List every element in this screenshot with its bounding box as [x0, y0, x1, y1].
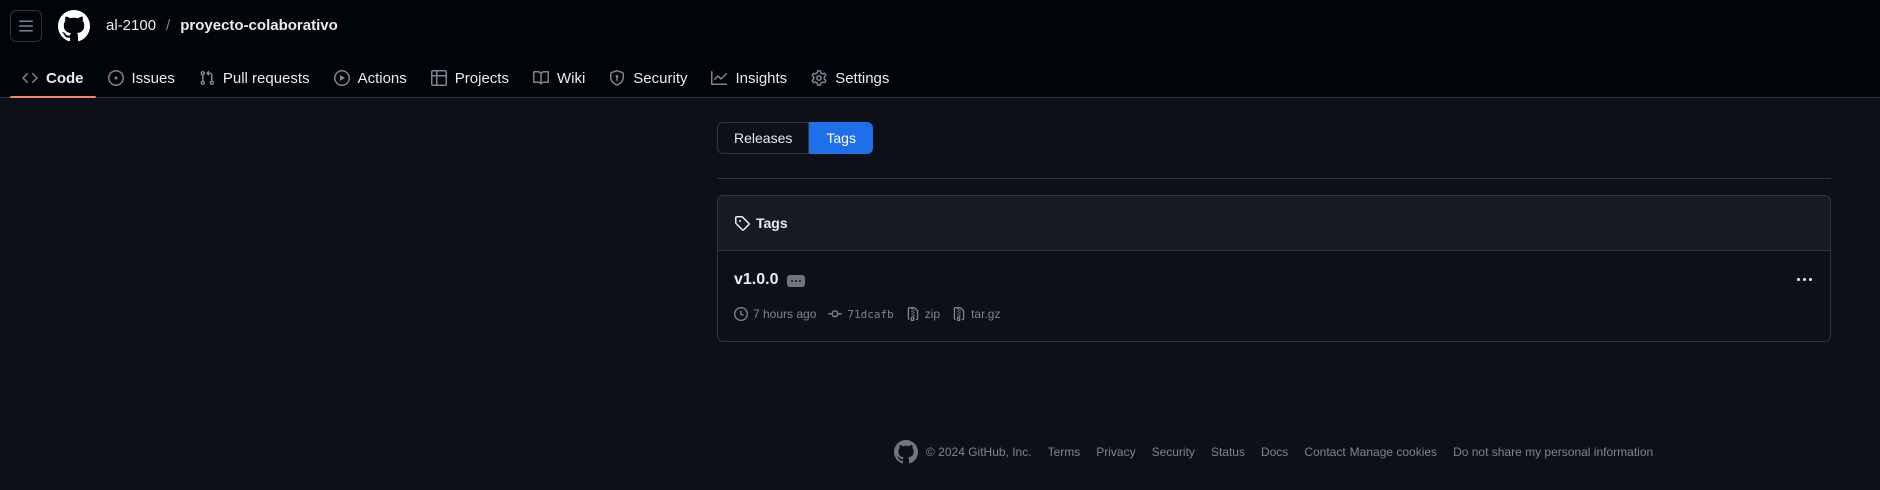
tags-panel-header: Tags	[718, 196, 1830, 251]
repo-nav: Code Issues Pull requests Actions Projec…	[10, 58, 901, 98]
download-targz-label: tar.gz	[971, 307, 1001, 321]
graph-icon	[711, 71, 728, 85]
tag-commit-sha: 71dcafb	[847, 307, 894, 321]
footer-link-docs[interactable]: Docs	[1261, 445, 1288, 459]
repo-header: al-2100 / proyecto-colaborativo Code Iss…	[0, 0, 1880, 98]
clock-icon	[734, 307, 748, 321]
tab-actions-label: Actions	[357, 69, 407, 87]
tab-insights-label: Insights	[735, 69, 788, 87]
tab-security[interactable]: Security	[597, 58, 699, 98]
footer-link-manage-cookies[interactable]: Manage cookies	[1350, 445, 1437, 459]
tab-settings[interactable]: Settings	[799, 58, 901, 98]
tab-projects-label: Projects	[454, 69, 509, 87]
tab-code-label: Code	[46, 69, 84, 87]
menu-button[interactable]	[10, 10, 42, 42]
tag-name-link[interactable]: v1.0.0	[734, 271, 778, 289]
tab-pull-requests[interactable]: Pull requests	[187, 58, 322, 98]
more-options-button[interactable]	[1792, 267, 1816, 291]
breadcrumb: al-2100 / proyecto-colaborativo	[106, 17, 338, 34]
breadcrumb-owner-link[interactable]: al-2100	[106, 17, 156, 34]
file-zip-icon	[953, 307, 965, 321]
download-zip-link[interactable]: zip	[906, 307, 940, 321]
book-icon	[532, 70, 549, 85]
download-targz-link[interactable]: tar.gz	[952, 307, 1000, 321]
tags-button[interactable]: Tags	[809, 122, 873, 154]
tab-pull-requests-label: Pull requests	[222, 69, 310, 87]
tab-code[interactable]: Code	[10, 58, 96, 98]
footer-link-contact[interactable]: Contact	[1304, 445, 1345, 459]
issue-icon	[107, 70, 124, 86]
tags-panel-title: Tags	[756, 215, 788, 231]
shield-icon	[610, 70, 625, 86]
breadcrumb-separator: /	[166, 17, 171, 34]
hamburger-icon	[19, 20, 33, 32]
page-footer: © 2024 GitHub, Inc. Terms Privacy Securi…	[894, 440, 1653, 464]
footer-copyright: © 2024 GitHub, Inc.	[926, 445, 1032, 459]
tab-actions[interactable]: Actions	[322, 58, 419, 98]
commit-icon	[828, 310, 843, 318]
footer-link-privacy[interactable]: Privacy	[1096, 445, 1135, 459]
code-icon	[22, 72, 38, 84]
gear-icon	[811, 70, 827, 86]
tab-issues[interactable]: Issues	[96, 58, 187, 98]
tags-panel: Tags v1.0.0 7 hours ago 71dcafb zip tar.…	[717, 195, 1831, 342]
table-icon	[430, 70, 447, 86]
download-zip-label: zip	[924, 307, 941, 321]
footer-link-do-not-share[interactable]: Do not share my personal information	[1453, 445, 1653, 459]
releases-button[interactable]: Releases	[717, 122, 810, 154]
github-footer-logo-icon[interactable]	[894, 440, 918, 464]
github-logo-icon[interactable]	[58, 10, 90, 42]
tab-insights[interactable]: Insights	[699, 58, 799, 98]
pull-request-icon	[200, 70, 214, 86]
tag-time: 7 hours ago	[734, 307, 816, 321]
footer-link-status[interactable]: Status	[1211, 445, 1245, 459]
tag-commit-link[interactable]: 71dcafb	[828, 307, 894, 321]
play-icon	[333, 70, 350, 86]
releases-tags-toggle: Releases Tags	[717, 122, 873, 154]
top-bar: al-2100 / proyecto-colaborativo	[0, 0, 1880, 54]
footer-link-security[interactable]: Security	[1152, 445, 1195, 459]
tab-projects[interactable]: Projects	[419, 58, 521, 98]
tab-settings-label: Settings	[835, 69, 890, 87]
tag-meta: 7 hours ago 71dcafb zip tar.gz	[734, 307, 1000, 321]
section-divider	[717, 178, 1831, 179]
breadcrumb-repo-link[interactable]: proyecto-colaborativo	[180, 17, 338, 34]
tag-message-expand-button[interactable]	[787, 275, 805, 287]
file-zip-icon	[907, 307, 918, 321]
tag-time-text: 7 hours ago	[753, 307, 817, 321]
tag-row: v1.0.0 7 hours ago 71dcafb zip tar.gz	[718, 251, 1830, 341]
footer-link-terms[interactable]: Terms	[1048, 445, 1081, 459]
tag-icon	[735, 216, 750, 231]
tab-security-label: Security	[633, 69, 688, 87]
tab-issues-label: Issues	[131, 69, 175, 87]
tab-wiki-label: Wiki	[556, 69, 586, 87]
tab-wiki[interactable]: Wiki	[521, 58, 597, 98]
